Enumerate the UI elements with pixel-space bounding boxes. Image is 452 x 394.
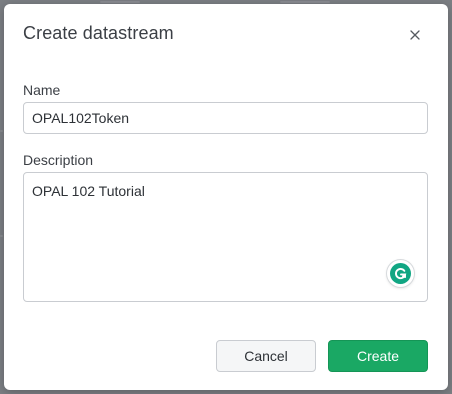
description-textarea[interactable]: OPAL 102 Tutorial: [23, 172, 428, 302]
description-label: Description: [23, 152, 94, 168]
create-button[interactable]: Create: [328, 340, 428, 372]
create-datastream-dialog: Create datastream Name Description OPAL …: [4, 4, 448, 390]
grammarly-icon: [390, 263, 411, 284]
close-button[interactable]: [406, 26, 424, 44]
cancel-button[interactable]: Cancel: [216, 340, 316, 372]
name-label: Name: [23, 82, 61, 98]
close-icon: [410, 30, 420, 40]
grammarly-button[interactable]: [387, 260, 414, 287]
name-input[interactable]: [23, 102, 428, 134]
dialog-title: Create datastream: [23, 23, 174, 43]
